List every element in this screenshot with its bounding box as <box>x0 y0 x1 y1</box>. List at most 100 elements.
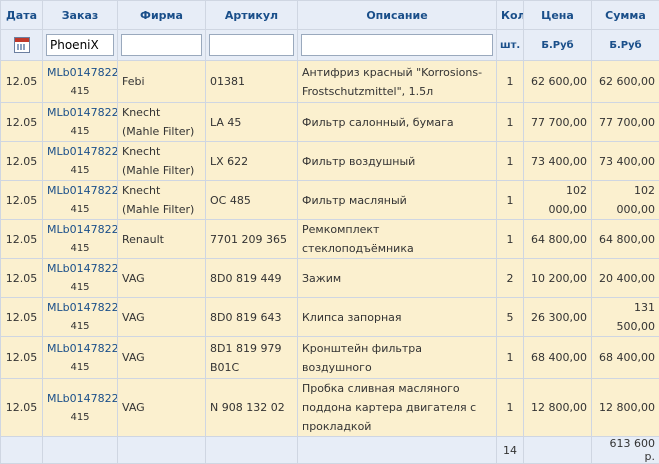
row-description: Клипса запорная <box>298 298 497 337</box>
row-price: 68 400,00 <box>524 337 592 379</box>
row-description: Кронштейн фильтра воздушного <box>298 337 497 379</box>
row-qty: 1 <box>497 103 524 142</box>
header-description[interactable]: Описание <box>298 1 497 30</box>
row-order: MLb0147822415 <box>43 142 118 181</box>
row-sum: 64 800,00 <box>592 220 659 259</box>
row-sum: 77 700,00 <box>592 103 659 142</box>
order-filter-cell <box>43 30 118 61</box>
row-description: Пробка сливная масляного поддона картера… <box>298 379 497 437</box>
row-article: N 908 132 02 <box>206 379 298 437</box>
order-link[interactable]: MLb0147822 <box>47 298 113 317</box>
row-article: LA 45 <box>206 103 298 142</box>
header-brand[interactable]: Фирма <box>118 1 206 30</box>
row-price: 62 600,00 <box>524 61 592 103</box>
order-link[interactable]: MLb0147822 <box>47 220 113 239</box>
table-row[interactable]: 12.05MLb0147822415Febi01381Антифриз крас… <box>1 61 659 103</box>
row-order: MLb0147822415 <box>43 379 118 437</box>
table-row[interactable]: 12.05MLb0147822415Knecht (Mahle Filter)O… <box>1 181 659 220</box>
row-description: Фильтр воздушный <box>298 142 497 181</box>
header-date[interactable]: Дата <box>1 1 43 30</box>
total-sum: 613 600 р. <box>592 437 659 464</box>
row-qty: 5 <box>497 298 524 337</box>
row-date: 12.05 <box>1 298 43 337</box>
row-qty: 1 <box>497 181 524 220</box>
row-price: 102 000,00 <box>524 181 592 220</box>
table-row[interactable]: 12.05MLb0147822415Renault7701 209 365Рем… <box>1 220 659 259</box>
row-sum: 62 600,00 <box>592 61 659 103</box>
row-qty: 2 <box>497 259 524 298</box>
header-qty[interactable]: Кол <box>497 1 524 30</box>
table-row[interactable]: 12.05MLb0147822415VAG8D1 819 979 B01CКро… <box>1 337 659 379</box>
row-description: Зажим <box>298 259 497 298</box>
row-qty: 1 <box>497 379 524 437</box>
row-date: 12.05 <box>1 337 43 379</box>
table-row[interactable]: 12.05MLb0147822415VAG8D0 819 643Клипса з… <box>1 298 659 337</box>
brand-filter-input[interactable] <box>121 34 202 56</box>
order-number: 415 <box>47 408 113 427</box>
table-row[interactable]: 12.05MLb0147822415Knecht (Mahle Filter)L… <box>1 142 659 181</box>
order-number: 415 <box>47 161 113 180</box>
header-sum[interactable]: Сумма <box>592 1 659 30</box>
row-date: 12.05 <box>1 181 43 220</box>
table-body: 12.05MLb0147822415Febi01381Антифриз крас… <box>1 61 659 437</box>
header-price[interactable]: Цена <box>524 1 592 30</box>
article-filter-input[interactable] <box>209 34 294 56</box>
header-order[interactable]: Заказ <box>43 1 118 30</box>
order-number: 415 <box>47 317 113 336</box>
row-sum: 68 400,00 <box>592 337 659 379</box>
row-date: 12.05 <box>1 379 43 437</box>
row-order: MLb0147822415 <box>43 61 118 103</box>
row-date: 12.05 <box>1 103 43 142</box>
calendar-icon[interactable] <box>14 37 30 53</box>
row-brand: Knecht (Mahle Filter) <box>118 181 206 220</box>
row-description: Антифриз красный "Korrosions-Frostschutz… <box>298 61 497 103</box>
order-link[interactable]: MLb0147822 <box>47 103 113 122</box>
row-price: 26 300,00 <box>524 298 592 337</box>
order-link[interactable]: MLb0147822 <box>47 142 113 161</box>
row-sum: 102 000,00 <box>592 181 659 220</box>
description-filter-input[interactable] <box>301 34 493 56</box>
row-brand: VAG <box>118 259 206 298</box>
row-date: 12.05 <box>1 61 43 103</box>
row-article: 7701 209 365 <box>206 220 298 259</box>
header-row: Дата Заказ Фирма Артикул Описание Кол Це… <box>1 1 659 30</box>
order-link[interactable]: MLb0147822 <box>47 259 113 278</box>
row-order: MLb0147822415 <box>43 103 118 142</box>
order-filter-input[interactable] <box>46 34 114 56</box>
row-date: 12.05 <box>1 142 43 181</box>
row-qty: 1 <box>497 337 524 379</box>
date-filter-cell <box>1 30 43 61</box>
row-sum: 12 800,00 <box>592 379 659 437</box>
table-row[interactable]: 12.05MLb0147822415VAG8D0 819 449Зажим210… <box>1 259 659 298</box>
order-number: 415 <box>47 239 113 258</box>
row-brand: VAG <box>118 298 206 337</box>
row-order: MLb0147822415 <box>43 220 118 259</box>
total-qty: 14 <box>497 437 524 464</box>
table-row[interactable]: 12.05MLb0147822415VAGN 908 132 02Пробка … <box>1 379 659 437</box>
row-description: Ремкомплект стеклоподъёмника <box>298 220 497 259</box>
table-row[interactable]: 12.05MLb0147822415Knecht (Mahle Filter)L… <box>1 103 659 142</box>
sum-unit: Б.Руб <box>592 30 659 61</box>
order-link[interactable]: MLb0147822 <box>47 389 113 408</box>
row-brand: Knecht (Mahle Filter) <box>118 103 206 142</box>
row-sum: 131 500,00 <box>592 298 659 337</box>
brand-filter-cell <box>118 30 206 61</box>
row-article: 8D0 819 643 <box>206 298 298 337</box>
row-price: 64 800,00 <box>524 220 592 259</box>
totals-row: 14 613 600 р. <box>1 437 659 464</box>
header-article[interactable]: Артикул <box>206 1 298 30</box>
row-order: MLb0147822415 <box>43 298 118 337</box>
order-link[interactable]: MLb0147822 <box>47 63 113 82</box>
row-brand: Knecht (Mahle Filter) <box>118 142 206 181</box>
row-qty: 1 <box>497 142 524 181</box>
row-article: LX 622 <box>206 142 298 181</box>
row-price: 10 200,00 <box>524 259 592 298</box>
row-date: 12.05 <box>1 259 43 298</box>
description-filter-cell <box>298 30 497 61</box>
order-link[interactable]: MLb0147822 <box>47 339 113 358</box>
order-link[interactable]: MLb0147822 <box>47 181 113 200</box>
row-price: 12 800,00 <box>524 379 592 437</box>
row-order: MLb0147822415 <box>43 181 118 220</box>
row-description: Фильтр масляный <box>298 181 497 220</box>
row-qty: 1 <box>497 220 524 259</box>
